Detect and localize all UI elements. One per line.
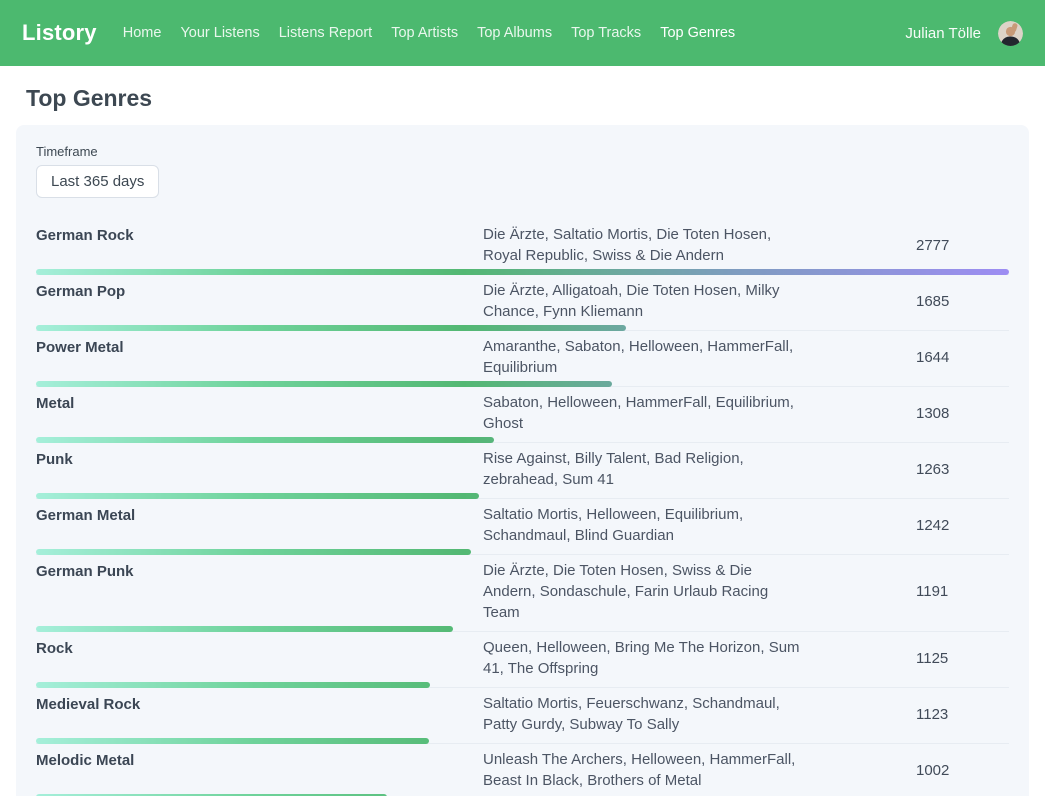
genre-name: Power Metal — [36, 336, 483, 378]
genre-listen-count: 2777 — [805, 237, 1009, 254]
genre-name: German Pop — [36, 280, 483, 322]
avatar-photo — [998, 21, 1023, 46]
genre-top-artists: Saltatio Mortis, Helloween, Equilibrium,… — [483, 504, 805, 546]
user-name[interactable]: Julian Tölle — [905, 25, 981, 42]
genre-name: Rock — [36, 637, 483, 679]
genre-listen-count: 1125 — [805, 650, 1009, 667]
genre-listen-count: 1685 — [805, 293, 1009, 310]
genre-row: Melodic MetalUnleash The Archers, Hellow… — [36, 744, 1009, 796]
genre-listen-count: 1644 — [805, 349, 1009, 366]
genre-listen-count: 1123 — [805, 706, 1009, 723]
genre-top-artists: Die Ärzte, Alligatoah, Die Toten Hosen, … — [483, 280, 805, 322]
page-title: Top Genres — [26, 85, 1045, 112]
genre-top-artists: Rise Against, Billy Talent, Bad Religion… — [483, 448, 805, 490]
genre-row: German MetalSaltatio Mortis, Helloween, … — [36, 499, 1009, 555]
nav-item-your-listens[interactable]: Your Listens — [180, 25, 259, 41]
genre-name: Melodic Metal — [36, 749, 483, 791]
genre-listen-count: 1242 — [805, 517, 1009, 534]
genre-top-artists: Die Ärzte, Saltatio Mortis, Die Toten Ho… — [483, 224, 805, 266]
timeframe-label: Timeframe — [36, 144, 1009, 159]
genre-row: German PunkDie Ärzte, Die Toten Hosen, S… — [36, 555, 1009, 632]
nav-item-top-tracks[interactable]: Top Tracks — [571, 25, 641, 41]
nav-item-listens-report[interactable]: Listens Report — [279, 25, 373, 41]
genre-row: MetalSabaton, Helloween, HammerFall, Equ… — [36, 387, 1009, 443]
genre-name: Metal — [36, 392, 483, 434]
app-header: Listory Home Your Listens Listens Report To… — [0, 0, 1045, 66]
nav-item-home[interactable]: Home — [123, 25, 162, 41]
genre-table: German RockDie Ärzte, Saltatio Mortis, D… — [36, 219, 1009, 796]
genre-top-artists: Sabaton, Helloween, HammerFall, Equilibr… — [483, 392, 805, 434]
nav-item-top-genres[interactable]: Top Genres — [660, 25, 735, 41]
genre-top-artists: Die Ärzte, Die Toten Hosen, Swiss & Die … — [483, 560, 805, 623]
genre-top-artists: Queen, Helloween, Bring Me The Horizon, … — [483, 637, 805, 679]
user-box: Julian Tölle — [905, 21, 1023, 46]
genre-listen-count: 1191 — [805, 583, 1009, 600]
genre-top-artists: Unleash The Archers, Helloween, HammerFa… — [483, 749, 805, 791]
genre-name: Punk — [36, 448, 483, 490]
nav-item-top-albums[interactable]: Top Albums — [477, 25, 552, 41]
genre-name: German Rock — [36, 224, 483, 266]
genre-row: Power MetalAmaranthe, Sabaton, Helloween… — [36, 331, 1009, 387]
top-genres-card: Timeframe Last 365 days German RockDie Ä… — [16, 125, 1029, 796]
genre-listen-count: 1002 — [805, 762, 1009, 779]
nav-item-top-artists[interactable]: Top Artists — [391, 25, 458, 41]
genre-row: Medieval RockSaltatio Mortis, Feuerschwa… — [36, 688, 1009, 744]
timeframe-select[interactable]: Last 365 days — [36, 165, 159, 198]
genre-row: PunkRise Against, Billy Talent, Bad Reli… — [36, 443, 1009, 499]
genre-row: RockQueen, Helloween, Bring Me The Horiz… — [36, 632, 1009, 688]
user-avatar-icon[interactable] — [998, 21, 1023, 46]
genre-name: German Punk — [36, 560, 483, 623]
genre-name: Medieval Rock — [36, 693, 483, 735]
genre-listen-count: 1308 — [805, 405, 1009, 422]
genre-top-artists: Amaranthe, Sabaton, Helloween, HammerFal… — [483, 336, 805, 378]
genre-name: German Metal — [36, 504, 483, 546]
genre-listen-count: 1263 — [805, 461, 1009, 478]
app-logo[interactable]: Listory — [22, 20, 97, 46]
genre-row: German PopDie Ärzte, Alligatoah, Die Tot… — [36, 275, 1009, 331]
main-nav: Home Your Listens Listens Report Top Artist… — [123, 25, 906, 41]
genre-row: German RockDie Ärzte, Saltatio Mortis, D… — [36, 219, 1009, 275]
genre-top-artists: Saltatio Mortis, Feuerschwanz, Schandmau… — [483, 693, 805, 735]
